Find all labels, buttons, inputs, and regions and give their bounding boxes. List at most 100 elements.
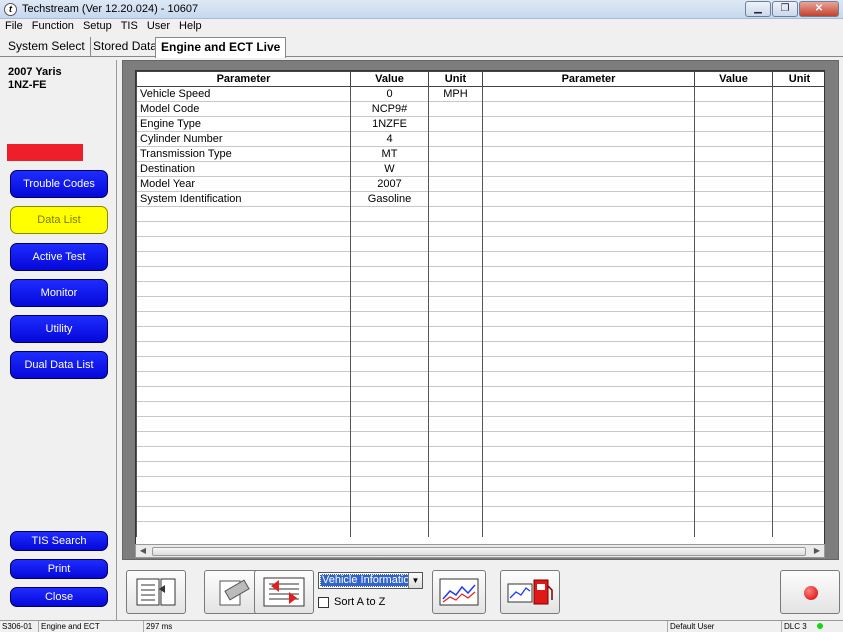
table-row[interactable] [482,326,824,342]
table-row[interactable]: Model Year 2007 [136,176,483,192]
table-row[interactable]: Transmission Type MT [136,146,483,162]
table-row[interactable] [482,461,824,477]
menu-user[interactable]: User [147,19,170,34]
menu-setup[interactable]: Setup [83,19,112,34]
utility-button[interactable]: Utility [10,315,108,343]
table-row[interactable] [482,206,824,222]
close-button[interactable]: Close [10,587,108,607]
maximize-button[interactable]: ❐ [772,1,798,17]
table-row[interactable]: Model Code NCP9# [136,101,483,117]
table-row[interactable] [136,266,483,282]
record-button[interactable] [780,570,840,614]
monitor-button[interactable]: Monitor [10,279,108,307]
close-window-button[interactable]: ✕ [799,1,839,17]
table-row[interactable] [136,506,483,522]
tab-system-select[interactable]: System Select [3,37,91,56]
table-row[interactable] [136,221,483,237]
table-row[interactable] [482,476,824,492]
table-row[interactable] [136,281,483,297]
menu-tis[interactable]: TIS [121,19,138,34]
header-value[interactable]: Value [350,71,429,87]
menu-function[interactable]: Function [32,19,74,34]
data-list-table[interactable]: Parameter Value Unit Vehicle Speed 0 MPH Mo… [135,70,825,545]
table-row[interactable]: Engine Type 1NZFE [136,116,483,132]
table-row[interactable] [482,191,824,207]
data-group-select[interactable]: Vehicle Information ▼ [318,572,423,589]
dual-data-list-button[interactable]: Dual Data List [10,351,108,379]
tab-engine-and-ect-live[interactable]: Engine and ECT Live [155,37,287,58]
header-unit[interactable]: Unit [428,71,483,87]
print-button[interactable]: Print [10,559,108,579]
table-row[interactable] [482,521,824,537]
select-data-button[interactable] [126,570,186,614]
scroll-right-icon[interactable]: ▶ [810,545,824,557]
active-test-button[interactable]: Active Test [10,243,108,271]
horizontal-scrollbar[interactable]: ◀ ▶ [135,544,825,558]
table-row[interactable] [136,491,483,507]
menu-file[interactable]: File [5,19,23,34]
table-row[interactable] [482,251,824,267]
table-row[interactable]: Destination W [136,161,483,177]
table-row[interactable] [482,101,824,117]
table-row[interactable] [136,206,483,222]
table-row[interactable] [136,431,483,447]
table-row[interactable] [136,401,483,417]
table-row[interactable] [482,146,824,162]
table-row[interactable] [482,356,824,372]
table-row[interactable] [136,296,483,312]
header-parameter-2[interactable]: Parameter [482,71,695,87]
table-row[interactable] [482,116,824,132]
table-row[interactable] [136,311,483,327]
table-row[interactable] [136,341,483,357]
list-swap-button[interactable] [254,570,314,614]
table-row[interactable] [482,296,824,312]
table-row[interactable] [482,446,824,462]
table-row[interactable] [482,401,824,417]
table-row[interactable] [136,416,483,432]
table-row[interactable] [482,311,824,327]
table-row[interactable] [136,476,483,492]
table-row[interactable] [482,281,824,297]
table-row[interactable]: Vehicle Speed 0 MPH [136,86,483,102]
table-row[interactable] [136,356,483,372]
table-row[interactable] [136,236,483,252]
table-row[interactable] [482,161,824,177]
tis-search-button[interactable]: TIS Search [10,531,108,551]
table-row[interactable] [482,416,824,432]
fuel-graph-button[interactable] [500,570,560,614]
graph-button[interactable] [432,570,486,614]
table-row[interactable] [482,386,824,402]
table-row[interactable] [136,461,483,477]
table-row[interactable] [482,176,824,192]
table-row[interactable] [482,131,824,147]
table-row[interactable] [136,371,483,387]
table-row[interactable] [482,86,824,102]
table-row[interactable] [482,491,824,507]
table-row[interactable] [482,236,824,252]
table-row[interactable] [482,371,824,387]
data-list-button[interactable]: Data List [10,206,108,234]
header-unit-2[interactable]: Unit [772,71,824,87]
table-row[interactable] [482,431,824,447]
chevron-down-icon[interactable]: ▼ [408,573,422,588]
menu-help[interactable]: Help [179,19,202,34]
table-row[interactable] [136,446,483,462]
table-row[interactable] [482,341,824,357]
header-value-2[interactable]: Value [694,71,773,87]
table-row[interactable]: Cylinder Number 4 [136,131,483,147]
table-row[interactable] [136,386,483,402]
scroll-left-icon[interactable]: ◀ [136,545,150,557]
table-row[interactable] [482,266,824,282]
sort-a-to-z-toggle[interactable]: Sort A to Z [318,596,385,608]
data-group-selected[interactable]: Vehicle Information [320,574,410,587]
header-parameter[interactable]: Parameter [136,71,351,87]
table-row[interactable] [482,221,824,237]
trouble-codes-button[interactable]: Trouble Codes [10,170,108,198]
table-row[interactable] [136,251,483,267]
table-row[interactable]: System Identification Gasoline [136,191,483,207]
scrollbar-thumb[interactable] [152,547,806,556]
sort-checkbox[interactable] [318,596,329,608]
minimize-button[interactable]: ▁ [745,1,771,17]
table-row[interactable] [482,506,824,522]
table-row[interactable] [136,521,483,537]
